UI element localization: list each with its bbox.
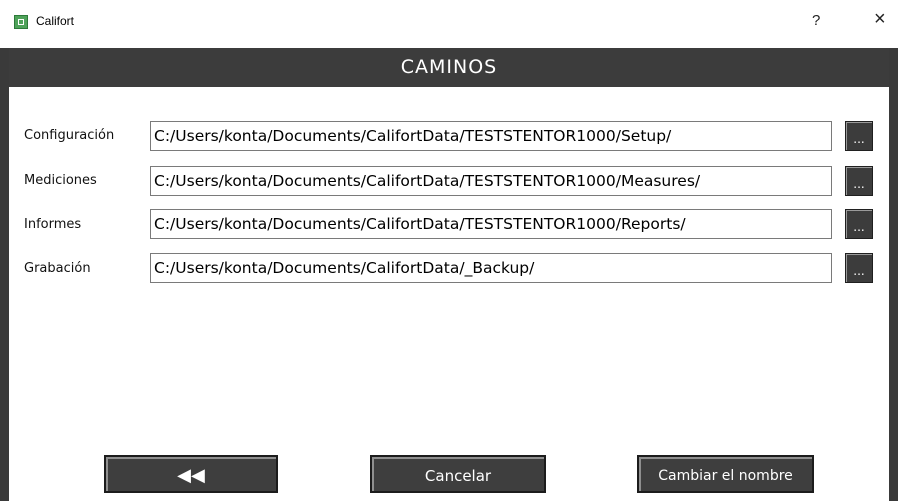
backup-path-label: Grabación bbox=[24, 261, 91, 276]
reports-browse-button[interactable]: ... bbox=[845, 209, 873, 239]
measures-path-label: Mediciones bbox=[24, 173, 97, 188]
cancel-button[interactable]: Cancelar bbox=[370, 455, 546, 493]
measures-browse-button[interactable]: ... bbox=[845, 166, 873, 196]
frame-left-border bbox=[0, 48, 9, 501]
window-title: Califort bbox=[36, 14, 75, 28]
help-button[interactable]: ? bbox=[812, 12, 820, 29]
back-button[interactable]: ◀◀ bbox=[104, 455, 278, 493]
reports-path-field[interactable]: C:/Users/konta/Documents/CalifortData/TE… bbox=[150, 209, 832, 239]
reports-path-label: Informes bbox=[24, 217, 82, 232]
rename-button[interactable]: Cambiar el nombre bbox=[637, 455, 814, 493]
setup-path-field[interactable]: C:/Users/konta/Documents/CalifortData/TE… bbox=[150, 121, 832, 151]
setup-path-label: Configuración bbox=[24, 128, 115, 143]
backup-path-field[interactable]: C:/Users/konta/Documents/CalifortData/_B… bbox=[150, 253, 832, 283]
title-bar: Califort ? × bbox=[0, 0, 898, 48]
setup-browse-button[interactable]: ... bbox=[845, 121, 873, 151]
frame-right-border bbox=[889, 48, 898, 501]
measures-path-field[interactable]: C:/Users/konta/Documents/CalifortData/TE… bbox=[150, 166, 832, 196]
app-icon bbox=[14, 15, 28, 29]
page-header: CAMINOS bbox=[9, 48, 889, 87]
close-button[interactable]: × bbox=[874, 8, 886, 31]
page-title: CAMINOS bbox=[400, 56, 498, 78]
double-back-arrow-icon: ◀◀ bbox=[177, 465, 205, 486]
backup-browse-button[interactable]: ... bbox=[845, 253, 873, 283]
